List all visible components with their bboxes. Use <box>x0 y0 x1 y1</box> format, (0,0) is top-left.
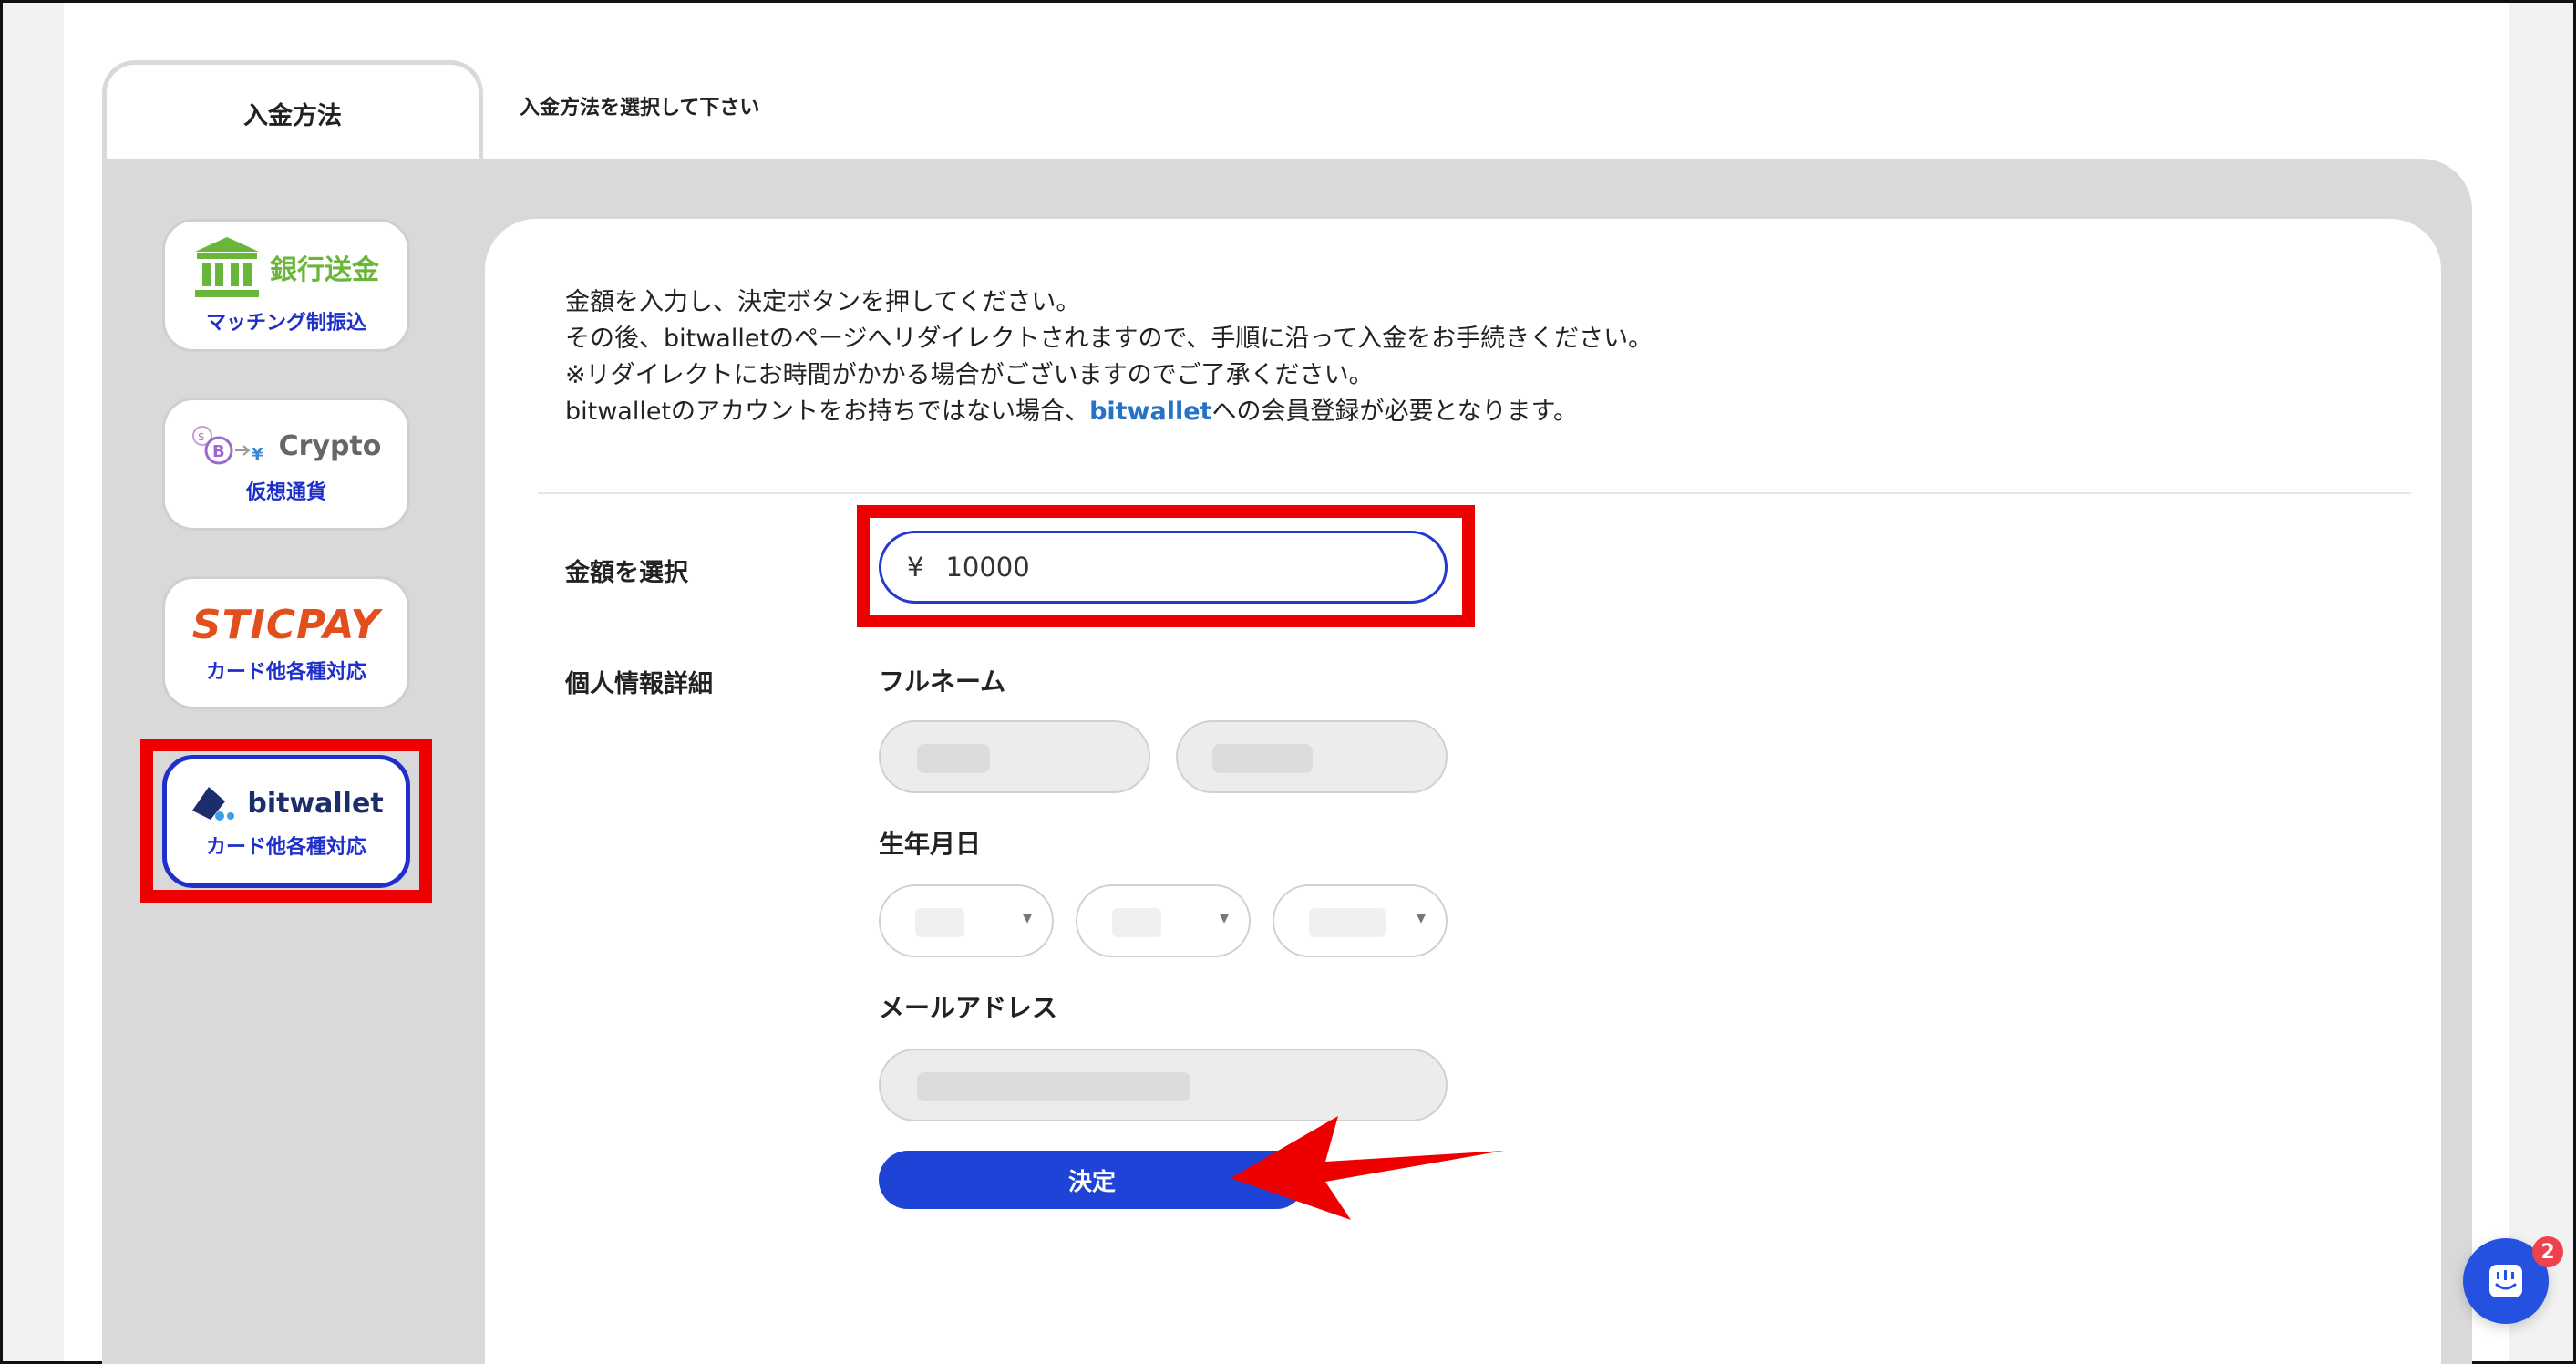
method-bank-transfer[interactable]: 銀行送金 マッチング制振込 <box>162 219 410 352</box>
personal-info-label: 個人情報詳細 <box>565 670 713 698</box>
highlight-box-amount <box>857 505 1475 627</box>
instruction-line: 金額を入力し、決定ボタンを押してください。 <box>565 288 1081 316</box>
email-label: メールアドレス <box>879 993 1058 1023</box>
instruction-line: bitwalletのアカウントをお持ちではない場合、bitwalletへの会員登… <box>565 398 1578 426</box>
birthdate-label: 生年月日 <box>879 829 982 859</box>
highlight-box-bitwallet <box>140 739 432 903</box>
instruction-line: その後、bitwalletのページへリダイレクトされますので、手順に沿って入金を… <box>565 325 1654 353</box>
instructions: 金額を入力し、決定ボタンを押してください。 その後、bitwalletのページへ… <box>565 284 1653 430</box>
method-crypto[interactable]: $ B ¥ Crypto 仮想通貨 <box>162 398 410 531</box>
birth-year-select[interactable]: ▾ <box>879 884 1054 957</box>
chevron-down-icon: ▾ <box>1416 906 1426 928</box>
chevron-down-icon: ▾ <box>1022 906 1032 928</box>
tab-deposit-method[interactable]: 入金方法 <box>102 60 483 162</box>
method-sub-label: カード他各種対応 <box>205 660 366 684</box>
chat-unread-badge: 2 <box>2532 1236 2563 1267</box>
svg-text:$: $ <box>198 430 205 443</box>
birth-day-select[interactable]: ▾ <box>1273 884 1448 957</box>
bank-icon <box>195 237 259 297</box>
method-sticpay[interactable]: STICPAY カード他各種対応 <box>162 576 410 709</box>
method-sub-label: マッチング制振込 <box>205 312 366 335</box>
method-logo-text: Crypto <box>278 429 382 462</box>
submit-label: 決定 <box>1067 1168 1116 1196</box>
chat-icon <box>2489 1265 2522 1297</box>
first-name-field[interactable] <box>1176 720 1448 793</box>
amount-label: 金額を選択 <box>565 559 688 587</box>
birth-month-select[interactable]: ▾ <box>1076 884 1251 957</box>
section-divider <box>538 492 2411 494</box>
red-arrow-annotation <box>1231 1116 1504 1220</box>
sticpay-logo: STICPAY <box>191 601 381 648</box>
bitwallet-link[interactable]: bitwallet <box>1089 398 1211 426</box>
chevron-down-icon: ▾ <box>1219 906 1229 928</box>
fullname-label: フルネーム <box>879 666 1006 697</box>
instruction-line: ※リダイレクトにお時間がかかる場合がございますのでご了承ください。 <box>565 361 1374 389</box>
tab-hint: 入金方法を選択して下さい <box>520 97 760 119</box>
method-sub-label: 仮想通貨 <box>245 481 326 504</box>
tab-label: 入金方法 <box>243 102 342 130</box>
crypto-icon: $ B ¥ <box>191 426 263 465</box>
svg-text:B: B <box>212 442 225 461</box>
method-logo-text: 銀行送金 <box>270 254 379 286</box>
svg-text:¥: ¥ <box>252 445 263 464</box>
last-name-field[interactable] <box>879 720 1150 793</box>
